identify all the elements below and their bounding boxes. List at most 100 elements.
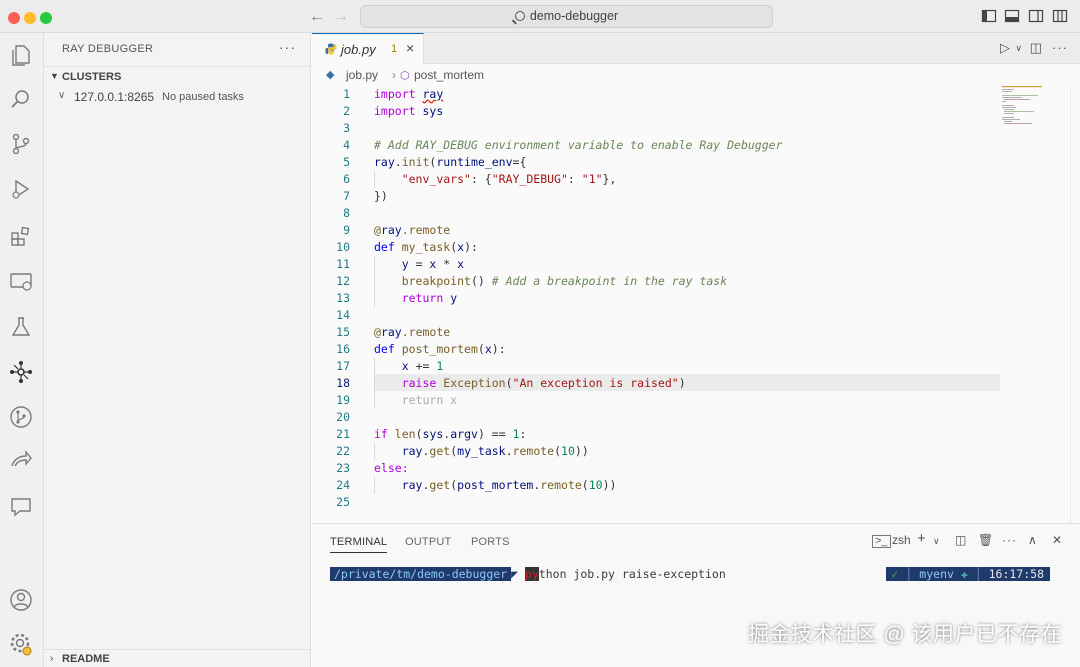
sidebar-title: RAY DEBUGGER: [62, 43, 154, 55]
search-icon[interactable]: [8, 86, 34, 112]
code-token: runtime_env: [436, 155, 513, 169]
toggle-panel-icon[interactable]: [1004, 8, 1020, 24]
code-token: y: [450, 291, 458, 305]
code-token: (: [505, 376, 513, 390]
title-bar: ← → demo-debugger: [0, 0, 1080, 33]
explorer-icon[interactable]: [8, 42, 34, 68]
command-center-search[interactable]: demo-debugger: [360, 5, 773, 28]
manage-gear-icon[interactable]: [8, 631, 34, 657]
line-number: 1: [343, 87, 350, 101]
line-number: 15: [336, 325, 350, 339]
line-number: 7: [343, 189, 350, 203]
code-token: )): [602, 478, 617, 492]
code-comment: # Add a breakpoint in the ray task: [491, 274, 728, 288]
terminal-dropdown-chevron-icon[interactable]: ∨: [933, 536, 940, 547]
live-share-icon[interactable]: [8, 448, 34, 474]
line-number: 25: [336, 495, 350, 509]
close-window-button[interactable]: [8, 12, 20, 24]
maximize-window-button[interactable]: [40, 12, 52, 24]
code-token: 1: [512, 427, 520, 441]
line-number: 6: [343, 172, 350, 186]
testing-icon[interactable]: [8, 314, 34, 340]
terminal-command: thon job.py raise-exception: [538, 567, 726, 581]
minimap[interactable]: [1002, 86, 1062, 126]
command-center-label: demo-debugger: [529, 9, 619, 23]
code-token: y: [401, 257, 409, 271]
tab-output[interactable]: OUTPUT: [405, 536, 451, 548]
more-actions-icon[interactable]: ···: [1002, 533, 1017, 547]
tab-job-py[interactable]: job.py 1 ×: [312, 33, 424, 64]
code-line: 17 x += 1: [312, 358, 1080, 375]
code-line: 12 breakpoint() # Add a breakpoint in th…: [312, 273, 1080, 290]
run-python-file-icon[interactable]: ▷: [1000, 40, 1010, 56]
code-token: ray: [422, 87, 444, 101]
code-token: ray: [374, 155, 395, 169]
python-env-icon: ✚: [960, 567, 968, 581]
new-terminal-icon[interactable]: +: [917, 530, 926, 547]
code-token: my_task: [401, 240, 451, 254]
cluster-item[interactable]: ∨ 127.0.0.1:8265 No paused tasks: [44, 87, 310, 107]
close-tab-icon[interactable]: ×: [406, 40, 414, 56]
remote-explorer-icon[interactable]: [8, 269, 34, 295]
line-number: 10: [336, 240, 350, 254]
code-token: .: [394, 155, 402, 169]
terminal-shell-label[interactable]: zsh: [892, 533, 911, 547]
forward-arrow-icon[interactable]: →: [331, 7, 351, 27]
code-token: init: [401, 155, 430, 169]
code-token: def: [374, 342, 395, 356]
code-token: *: [436, 257, 458, 271]
split-editor-icon[interactable]: ◫: [1030, 40, 1042, 56]
line-number: 3: [343, 121, 350, 135]
toggle-secondary-sidebar-icon[interactable]: [1028, 8, 1044, 24]
code-token: =: [408, 257, 430, 271]
code-token: .remote: [401, 325, 451, 339]
code-token: (): [470, 274, 492, 288]
code-token: +=: [408, 359, 437, 373]
terminal-prompt-line[interactable]: /private/tm/demo-debugger ◤ python job.py…: [330, 566, 726, 582]
extensions-icon[interactable]: [8, 223, 34, 249]
tab-terminal[interactable]: TERMINAL: [330, 536, 388, 553]
more-actions-icon[interactable]: ···: [279, 39, 296, 55]
breadcrumb-symbol[interactable]: post_mortem: [414, 68, 484, 82]
python-file-icon: ◆: [326, 69, 335, 81]
line-number: 13: [336, 291, 350, 305]
more-actions-icon[interactable]: ···: [1052, 40, 1068, 55]
split-terminal-icon[interactable]: ◫: [955, 533, 966, 547]
breadcrumb-separator-icon: ›: [392, 68, 396, 82]
run-dropdown-chevron-icon[interactable]: ∨: [1015, 43, 1022, 54]
code-token: @: [374, 325, 381, 339]
code-token: ={: [512, 155, 527, 169]
trash-icon[interactable]: 🗑: [978, 533, 993, 547]
git-graph-icon[interactable]: [8, 404, 34, 430]
tab-filename: job.py: [341, 42, 376, 57]
code-token: (: [581, 478, 589, 492]
account-icon[interactable]: [8, 587, 34, 613]
toggle-primary-sidebar-icon[interactable]: [981, 8, 997, 24]
editor-scrollbar[interactable]: [1070, 86, 1080, 523]
minimize-window-button[interactable]: [24, 12, 36, 24]
breadcrumb-file[interactable]: job.py: [346, 68, 378, 82]
code-token: "RAY_DEBUG": [491, 172, 568, 186]
code-token: ray: [401, 444, 423, 458]
back-arrow-icon[interactable]: ←: [307, 7, 327, 27]
line-number: 22: [336, 444, 350, 458]
code-token: x: [484, 342, 492, 356]
terminal-command-prefix: py: [524, 567, 539, 581]
clusters-section-header[interactable]: ▼ CLUSTERS: [44, 66, 310, 86]
comments-icon[interactable]: [8, 494, 34, 520]
source-control-icon[interactable]: [8, 131, 34, 157]
maximize-panel-chevron-up-icon[interactable]: ∧: [1028, 533, 1037, 547]
readme-section-header[interactable]: › README: [44, 649, 310, 667]
tab-ports[interactable]: PORTS: [471, 536, 510, 548]
ray-debugger-icon[interactable]: [8, 359, 34, 385]
close-panel-icon[interactable]: ✕: [1052, 533, 1062, 547]
code-editor[interactable]: 1 import ray 2 import sys 3 4 # Add RAY_DEB…: [312, 86, 1080, 523]
code-token: ): [678, 376, 686, 390]
run-and-debug-icon[interactable]: [8, 176, 34, 202]
code-token: ):: [464, 240, 478, 254]
customize-layout-icon[interactable]: [1052, 8, 1068, 24]
code-token: import: [374, 87, 416, 101]
code-token: get: [429, 444, 451, 458]
code-line: 2 import sys: [312, 103, 1080, 120]
line-number: 20: [336, 410, 350, 424]
